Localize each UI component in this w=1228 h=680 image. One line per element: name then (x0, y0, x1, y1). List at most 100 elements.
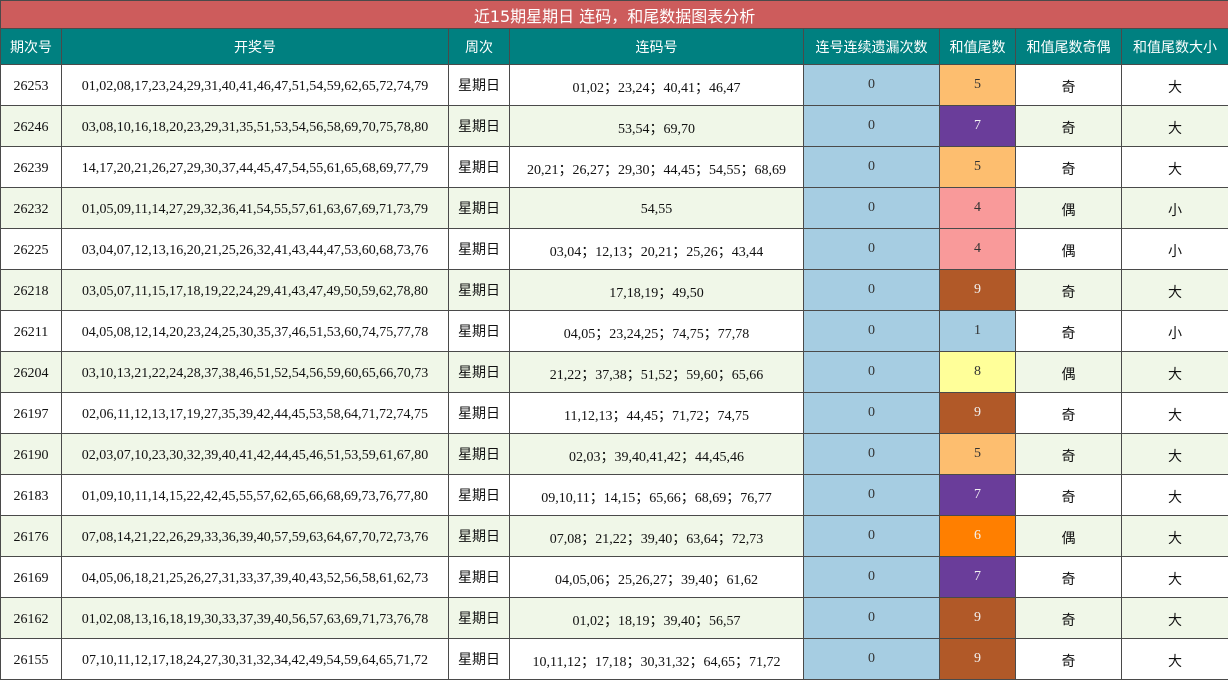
header-row: 期次号 开奖号 周次 连码号 连号连续遗漏次数 和值尾数 和值尾数奇偶 和值尾数… (1, 29, 1228, 65)
tail-parity-cell: 偶 (1016, 229, 1122, 270)
header-weekday: 周次 (449, 29, 510, 65)
miss-count-cell: 0 (804, 475, 940, 516)
header-consecutive: 连码号 (510, 29, 804, 65)
consecutive-cell: 10,11,12；17,18；30,31,32；64,65；71,72 (510, 639, 804, 680)
numbers-cell: 01,02,08,17,23,24,29,31,40,41,46,47,51,5… (62, 65, 449, 106)
weekday-cell: 星期日 (449, 475, 510, 516)
consecutive-cell: 53,54；69,70 (510, 106, 804, 147)
tail-parity-cell: 奇 (1016, 598, 1122, 639)
sum-tail-cell: 5 (940, 434, 1016, 475)
numbers-cell: 03,04,07,12,13,16,20,21,25,26,32,41,43,4… (62, 229, 449, 270)
numbers-cell: 14,17,20,21,26,27,29,30,37,44,45,47,54,5… (62, 147, 449, 188)
consecutive-cell: 04,05；23,24,25；74,75；77,78 (510, 311, 804, 352)
period-cell: 26162 (1, 598, 62, 639)
table-row: 2625301,02,08,17,23,24,29,31,40,41,46,47… (1, 65, 1228, 106)
consecutive-cell: 09,10,11；14,15；65,66；68,69；76,77 (510, 475, 804, 516)
weekday-cell: 星期日 (449, 434, 510, 475)
consecutive-cell: 02,03；39,40,41,42；44,45,46 (510, 434, 804, 475)
numbers-cell: 02,06,11,12,13,17,19,27,35,39,42,44,45,5… (62, 393, 449, 434)
consecutive-cell: 07,08；21,22；39,40；63,64；72,73 (510, 516, 804, 557)
sum-tail-cell: 5 (940, 65, 1016, 106)
miss-count-cell: 0 (804, 188, 940, 229)
tail-size-cell: 大 (1122, 557, 1228, 598)
consecutive-cell: 17,18,19；49,50 (510, 270, 804, 311)
header-miss-count: 连号连续遗漏次数 (804, 29, 940, 65)
tail-size-cell: 小 (1122, 229, 1228, 270)
table-row: 2617607,08,14,21,22,26,29,33,36,39,40,57… (1, 516, 1228, 557)
table-row: 2618301,09,10,11,14,15,22,42,45,55,57,62… (1, 475, 1228, 516)
period-cell: 26176 (1, 516, 62, 557)
tail-size-cell: 大 (1122, 65, 1228, 106)
sum-tail-cell: 9 (940, 393, 1016, 434)
miss-count-cell: 0 (804, 352, 940, 393)
sum-tail-cell: 7 (940, 557, 1016, 598)
table-row: 2615507,10,11,12,17,18,24,27,30,31,32,34… (1, 639, 1228, 680)
period-cell: 26239 (1, 147, 62, 188)
weekday-cell: 星期日 (449, 557, 510, 598)
period-cell: 26211 (1, 311, 62, 352)
tail-size-cell: 大 (1122, 106, 1228, 147)
sum-tail-cell: 1 (940, 311, 1016, 352)
weekday-cell: 星期日 (449, 270, 510, 311)
sum-tail-cell: 8 (940, 352, 1016, 393)
table-row: 2619702,06,11,12,13,17,19,27,35,39,42,44… (1, 393, 1228, 434)
consecutive-cell: 04,05,06；25,26,27；39,40；61,62 (510, 557, 804, 598)
tail-parity-cell: 奇 (1016, 434, 1122, 475)
consecutive-cell: 03,04；12,13；20,21；25,26；43,44 (510, 229, 804, 270)
weekday-cell: 星期日 (449, 106, 510, 147)
period-cell: 26225 (1, 229, 62, 270)
period-cell: 26183 (1, 475, 62, 516)
table-row: 2622503,04,07,12,13,16,20,21,25,26,32,41… (1, 229, 1228, 270)
consecutive-cell: 11,12,13；44,45；71,72；74,75 (510, 393, 804, 434)
numbers-cell: 04,05,06,18,21,25,26,27,31,33,37,39,40,4… (62, 557, 449, 598)
sum-tail-cell: 9 (940, 270, 1016, 311)
sum-tail-cell: 7 (940, 475, 1016, 516)
miss-count-cell: 0 (804, 106, 940, 147)
header-sum-tail: 和值尾数 (940, 29, 1016, 65)
numbers-cell: 03,08,10,16,18,20,23,29,31,35,51,53,54,5… (62, 106, 449, 147)
header-period: 期次号 (1, 29, 62, 65)
weekday-cell: 星期日 (449, 352, 510, 393)
tail-size-cell: 大 (1122, 147, 1228, 188)
sum-tail-cell: 5 (940, 147, 1016, 188)
tail-size-cell: 大 (1122, 434, 1228, 475)
tail-size-cell: 大 (1122, 393, 1228, 434)
tail-size-cell: 大 (1122, 352, 1228, 393)
tail-parity-cell: 奇 (1016, 557, 1122, 598)
consecutive-cell: 21,22；37,38；51,52；59,60；65,66 (510, 352, 804, 393)
tail-parity-cell: 奇 (1016, 270, 1122, 311)
miss-count-cell: 0 (804, 598, 940, 639)
weekday-cell: 星期日 (449, 598, 510, 639)
tail-parity-cell: 奇 (1016, 393, 1122, 434)
period-cell: 26169 (1, 557, 62, 598)
weekday-cell: 星期日 (449, 147, 510, 188)
tail-size-cell: 大 (1122, 475, 1228, 516)
table-row: 2616904,05,06,18,21,25,26,27,31,33,37,39… (1, 557, 1228, 598)
consecutive-cell: 20,21；26,27；29,30；44,45；54,55；68,69 (510, 147, 804, 188)
table-row: 2623201,05,09,11,14,27,29,32,36,41,54,55… (1, 188, 1228, 229)
numbers-cell: 01,05,09,11,14,27,29,32,36,41,54,55,57,6… (62, 188, 449, 229)
tail-parity-cell: 奇 (1016, 475, 1122, 516)
title-row: 近15期星期日 连码，和尾数据图表分析 (1, 1, 1228, 29)
tail-parity-cell: 偶 (1016, 516, 1122, 557)
miss-count-cell: 0 (804, 557, 940, 598)
table-row: 2621104,05,08,12,14,20,23,24,25,30,35,37… (1, 311, 1228, 352)
tail-parity-cell: 奇 (1016, 106, 1122, 147)
miss-count-cell: 0 (804, 229, 940, 270)
miss-count-cell: 0 (804, 434, 940, 475)
tail-size-cell: 小 (1122, 311, 1228, 352)
sum-tail-cell: 9 (940, 639, 1016, 680)
sum-tail-cell: 7 (940, 106, 1016, 147)
numbers-cell: 02,03,07,10,23,30,32,39,40,41,42,44,45,4… (62, 434, 449, 475)
table-row: 2620403,10,13,21,22,24,28,37,38,46,51,52… (1, 352, 1228, 393)
consecutive-cell: 01,02；18,19；39,40；56,57 (510, 598, 804, 639)
table-row: 2616201,02,08,13,16,18,19,30,33,37,39,40… (1, 598, 1228, 639)
tail-size-cell: 大 (1122, 598, 1228, 639)
consecutive-cell: 01,02；23,24；40,41；46,47 (510, 65, 804, 106)
period-cell: 26197 (1, 393, 62, 434)
numbers-cell: 01,09,10,11,14,15,22,42,45,55,57,62,65,6… (62, 475, 449, 516)
tail-parity-cell: 偶 (1016, 352, 1122, 393)
sum-tail-cell: 9 (940, 598, 1016, 639)
weekday-cell: 星期日 (449, 229, 510, 270)
numbers-cell: 03,05,07,11,15,17,18,19,22,24,29,41,43,4… (62, 270, 449, 311)
